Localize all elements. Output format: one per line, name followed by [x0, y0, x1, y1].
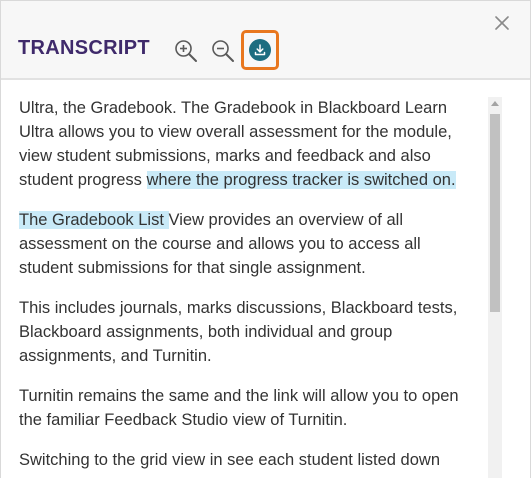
transcript-segment[interactable]: This includes journals, marks discussion… [19, 299, 457, 365]
scrollbar-thumb[interactable] [490, 114, 500, 312]
close-button[interactable] [493, 14, 511, 32]
zoom-in-icon [175, 40, 197, 62]
close-icon [495, 16, 509, 30]
zoom-out-icon [212, 40, 234, 62]
transcript-paragraph: The Gradebook List View provides an over… [19, 208, 471, 280]
scroll-up-arrow-icon[interactable] [491, 101, 499, 106]
transcript-panel: TRANSCRIPT Ultra, the Gradebook. The Gra… [0, 0, 531, 478]
download-icon [249, 39, 271, 61]
zoom-out-button[interactable] [210, 38, 236, 64]
transcript-segment[interactable]: Turnitin remains the same and the link w… [19, 387, 459, 429]
page-title: TRANSCRIPT [18, 37, 150, 59]
transcript-segment[interactable]: Switching to the grid view in see each s… [19, 451, 440, 469]
highlighted-segment[interactable]: The Gradebook List [19, 211, 169, 229]
transcript-paragraph: Switching to the grid view in see each s… [19, 448, 471, 472]
transcript-header: TRANSCRIPT [1, 1, 530, 80]
download-transcript-button[interactable] [241, 30, 279, 70]
transcript-text: Ultra, the Gradebook. The Gradebook in B… [19, 96, 471, 478]
zoom-in-button[interactable] [173, 38, 199, 64]
transcript-paragraph: Turnitin remains the same and the link w… [19, 384, 471, 432]
scrollbar[interactable] [488, 97, 502, 478]
transcript-paragraph: This includes journals, marks discussion… [19, 296, 471, 368]
transcript-paragraph: Ultra, the Gradebook. The Gradebook in B… [19, 96, 471, 192]
highlighted-segment[interactable]: where the progress tracker is switched o… [146, 171, 456, 189]
